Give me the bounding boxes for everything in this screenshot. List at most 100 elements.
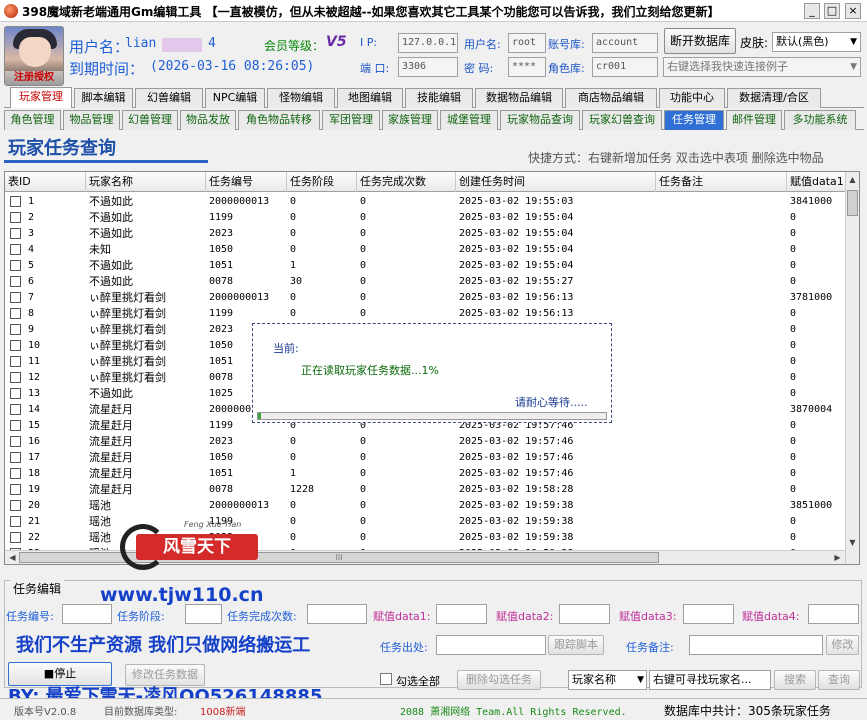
disconnect-db-button[interactable]: 断开数据库 <box>664 28 736 54</box>
row-checkbox[interactable] <box>10 452 21 463</box>
search-input[interactable]: 右键可寻找玩家名... <box>649 670 771 690</box>
table-row[interactable]: 5 不過如此 1051 1 0 2025-03-02 19:55:04 0 <box>5 258 855 274</box>
tab-player-pet-query[interactable]: 玩家幻兽查询 <box>582 110 662 130</box>
table-row[interactable]: 8 ぃ醉里挑灯看剑 1199 0 0 2025-03-02 19:56:13 0 <box>5 306 855 322</box>
row-checkbox[interactable] <box>10 196 21 207</box>
maximize-button[interactable]: □ <box>824 3 840 19</box>
row-checkbox[interactable] <box>10 500 21 511</box>
port-field[interactable]: 3306 <box>398 57 458 77</box>
db-password-field[interactable]: **** <box>508 57 546 77</box>
row-checkbox[interactable] <box>10 276 21 287</box>
table-row[interactable]: 19 流星赶月 0078 1228 0 2025-03-02 19:58:28 0 <box>5 482 855 498</box>
task-done-input[interactable] <box>307 604 367 624</box>
tab-pet-management[interactable]: 幻兽管理 <box>122 110 178 130</box>
account-db-field[interactable]: account <box>592 33 658 53</box>
row-checkbox[interactable] <box>10 308 21 319</box>
scroll-up-icon[interactable]: ▲ <box>846 173 859 186</box>
row-checkbox[interactable] <box>10 436 21 447</box>
tab-item-distribution[interactable]: 物品发放 <box>180 110 236 130</box>
task-remark-input[interactable] <box>689 635 823 655</box>
search-field-select[interactable]: 玩家名称 ▼ <box>568 670 647 690</box>
select-all-checkbox[interactable] <box>380 673 392 685</box>
tab-npc-edit[interactable]: NPC编辑 <box>205 88 265 108</box>
table-row[interactable]: 18 流星赶月 1051 1 0 2025-03-02 19:57:46 0 <box>5 466 855 482</box>
col-header-task-id[interactable]: 任务编号 <box>206 172 287 192</box>
table-row[interactable]: 6 不過如此 0078 30 0 2025-03-02 19:55:27 0 <box>5 274 855 290</box>
search-button[interactable]: 搜索 <box>774 670 816 690</box>
row-checkbox[interactable] <box>10 372 21 383</box>
quick-connect-select[interactable]: 右键选择我快速连接例子 ▼ <box>663 57 861 77</box>
data2-input[interactable] <box>559 604 610 624</box>
delete-checked-button[interactable]: 删除勾选任务 <box>457 670 541 690</box>
task-source-input[interactable] <box>436 635 546 655</box>
row-checkbox[interactable] <box>10 356 21 367</box>
tab-shop-item-edit[interactable]: 商店物品编辑 <box>565 88 657 108</box>
col-header-player[interactable]: 玩家名称 <box>86 172 206 192</box>
tab-item-management[interactable]: 物品管理 <box>63 110 120 130</box>
task-id-input[interactable] <box>62 604 112 624</box>
tab-script-edit[interactable]: 脚本编辑 <box>74 88 133 108</box>
row-checkbox[interactable] <box>10 532 21 543</box>
tab-skill-edit[interactable]: 技能编辑 <box>405 88 473 108</box>
vertical-scrollbar[interactable]: ▲ ▼ <box>845 172 859 564</box>
data1-input[interactable] <box>436 604 487 624</box>
table-row[interactable]: 3 不過如此 2023 0 0 2025-03-02 19:55:04 0 <box>5 226 855 242</box>
role-db-field[interactable]: cr001 <box>592 57 658 77</box>
row-checkbox[interactable] <box>10 404 21 415</box>
tab-castle-management[interactable]: 城堡管理 <box>440 110 498 130</box>
row-checkbox[interactable] <box>10 244 21 255</box>
tab-family-management[interactable]: 家族管理 <box>382 110 438 130</box>
table-row[interactable]: 7 ぃ醉里挑灯看剑 2000000013 0 0 2025-03-02 19:56:13 3… <box>5 290 855 306</box>
db-user-field[interactable]: root <box>508 33 546 53</box>
data4-input[interactable] <box>808 604 859 624</box>
follow-script-button[interactable]: 跟踪脚本 <box>548 635 604 655</box>
tab-mail-management[interactable]: 邮件管理 <box>726 110 782 130</box>
row-checkbox[interactable] <box>10 484 21 495</box>
tab-function-center[interactable]: 功能中心 <box>659 88 725 108</box>
task-stage-input[interactable] <box>185 604 222 624</box>
ip-field[interactable]: 127.0.0.1 <box>398 33 458 53</box>
row-checkbox[interactable] <box>10 468 21 479</box>
h-scroll-thumb[interactable]: III <box>19 552 659 563</box>
scroll-thumb[interactable] <box>847 190 858 216</box>
skin-select[interactable]: 默认(黑色) ▼ <box>772 32 861 52</box>
row-checkbox[interactable] <box>10 420 21 431</box>
row-checkbox[interactable] <box>10 516 21 527</box>
table-row[interactable]: 1 不過如此 2000000013 0 0 2025-03-02 19:55:03 3841… <box>5 194 855 210</box>
row-checkbox[interactable] <box>10 388 21 399</box>
minimize-button[interactable]: _ <box>804 3 820 19</box>
scroll-down-icon[interactable]: ▼ <box>846 536 859 549</box>
col-header-id[interactable]: 表ID <box>5 172 86 192</box>
tab-player-item-query[interactable]: 玩家物品查询 <box>500 110 580 130</box>
data3-input[interactable] <box>683 604 734 624</box>
row-checkbox[interactable] <box>10 228 21 239</box>
row-checkbox[interactable] <box>10 260 21 271</box>
close-button[interactable]: × <box>845 3 861 19</box>
col-header-stage[interactable]: 任务阶段 <box>287 172 357 192</box>
scroll-right-icon[interactable]: ▶ <box>831 551 844 564</box>
row-checkbox[interactable] <box>10 340 21 351</box>
tab-item-data-edit[interactable]: 数据物品编辑 <box>475 88 563 108</box>
col-header-remark[interactable]: 任务备注 <box>656 172 787 192</box>
tab-role-management[interactable]: 角色管理 <box>4 110 61 130</box>
table-row[interactable]: 16 流星赶月 2023 0 0 2025-03-02 19:57:46 0 <box>5 434 855 450</box>
row-checkbox[interactable] <box>10 324 21 335</box>
col-header-created[interactable]: 创建任务时间 <box>456 172 656 192</box>
modify-button[interactable]: 修改 <box>826 635 859 655</box>
col-header-done-count[interactable]: 任务完成次数 <box>357 172 456 192</box>
table-row[interactable]: 20 瑶池 2000000013 0 0 2025-03-02 19:59:38 38510… <box>5 498 855 514</box>
tab-role-item-transfer[interactable]: 角色物品转移 <box>238 110 320 130</box>
tab-task-management[interactable]: 任务管理 <box>664 110 724 130</box>
tab-monster-edit[interactable]: 怪物编辑 <box>267 88 335 108</box>
query-button[interactable]: 查询 <box>818 670 860 690</box>
tab-player-management[interactable]: 玩家管理 <box>10 87 72 108</box>
scroll-left-icon[interactable]: ◀ <box>6 551 19 564</box>
tab-pet-edit[interactable]: 幻兽编辑 <box>135 88 203 108</box>
row-checkbox[interactable] <box>10 212 21 223</box>
table-row[interactable]: 2 不過如此 1199 0 0 2025-03-02 19:55:04 0 <box>5 210 855 226</box>
table-row[interactable]: 17 流星赶月 1050 0 0 2025-03-02 19:57:46 0 <box>5 450 855 466</box>
table-row[interactable]: 4 未知 1050 0 0 2025-03-02 19:55:04 0 <box>5 242 855 258</box>
tab-map-edit[interactable]: 地图编辑 <box>337 88 403 108</box>
tab-legion-management[interactable]: 军团管理 <box>322 110 380 130</box>
tab-data-cleanup[interactable]: 数据清理/合区 <box>727 88 821 108</box>
